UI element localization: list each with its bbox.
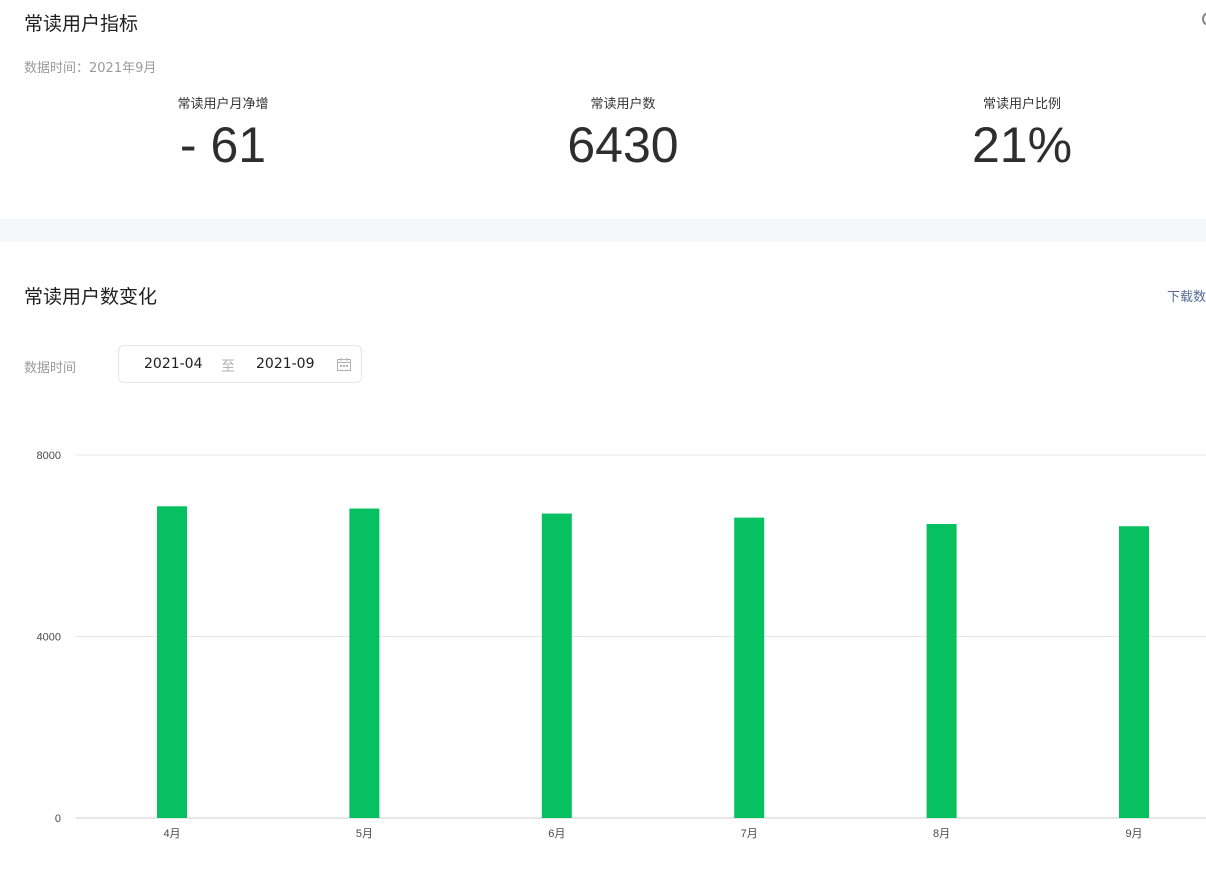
chart-bar xyxy=(157,506,187,818)
y-tick-label: 8000 xyxy=(37,450,61,462)
metric-value: 6430 xyxy=(567,117,679,173)
chart-bar xyxy=(734,517,765,818)
metric-user-ratio: 常读用户比例 21% xyxy=(872,93,1172,172)
metric-user-count: 常读用户数 6430 xyxy=(473,93,773,172)
metric-net-growth: 常读用户月净增 - 61 xyxy=(73,93,373,172)
date-end[interactable]: 2021-09 xyxy=(256,356,315,372)
x-tick-label: 6月 xyxy=(548,828,565,840)
download-data-link[interactable]: 下载数 xyxy=(1167,286,1206,305)
help-icon[interactable] xyxy=(1202,12,1206,26)
x-tick-label: 4月 xyxy=(163,828,180,840)
calendar-icon[interactable] xyxy=(337,358,351,371)
chart-bar xyxy=(1119,526,1149,818)
metrics-section-title: 常读用户指标 xyxy=(24,13,139,35)
metric-label: 常读用户数 xyxy=(590,97,656,112)
section-divider xyxy=(0,219,1206,242)
x-tick-label: 8月 xyxy=(933,828,950,840)
metric-label: 常读用户月净增 xyxy=(177,97,269,112)
date-filter-label: 数据时间 xyxy=(24,361,77,376)
x-tick-label: 5月 xyxy=(356,828,373,840)
x-tick-label: 7月 xyxy=(741,828,758,840)
metric-value: - 61 xyxy=(179,117,267,173)
date-separator: 至 xyxy=(221,359,235,375)
chart-bar xyxy=(926,523,957,818)
y-tick-label: 0 xyxy=(55,813,61,825)
y-tick-label: 4000 xyxy=(37,632,61,644)
metrics-data-time: 数据时间：2021年9月 xyxy=(24,61,157,76)
x-tick-label: 9月 xyxy=(1125,828,1142,840)
chart-bar xyxy=(541,513,572,818)
metric-label: 常读用户比例 xyxy=(982,97,1061,112)
metric-value: 21% xyxy=(971,117,1073,173)
date-range-picker[interactable]: 2021-04 至 2021-09 xyxy=(118,345,362,383)
date-start[interactable]: 2021-04 xyxy=(144,356,203,372)
chart-bar xyxy=(349,508,380,818)
trend-section-title: 常读用户数变化 xyxy=(24,286,158,308)
